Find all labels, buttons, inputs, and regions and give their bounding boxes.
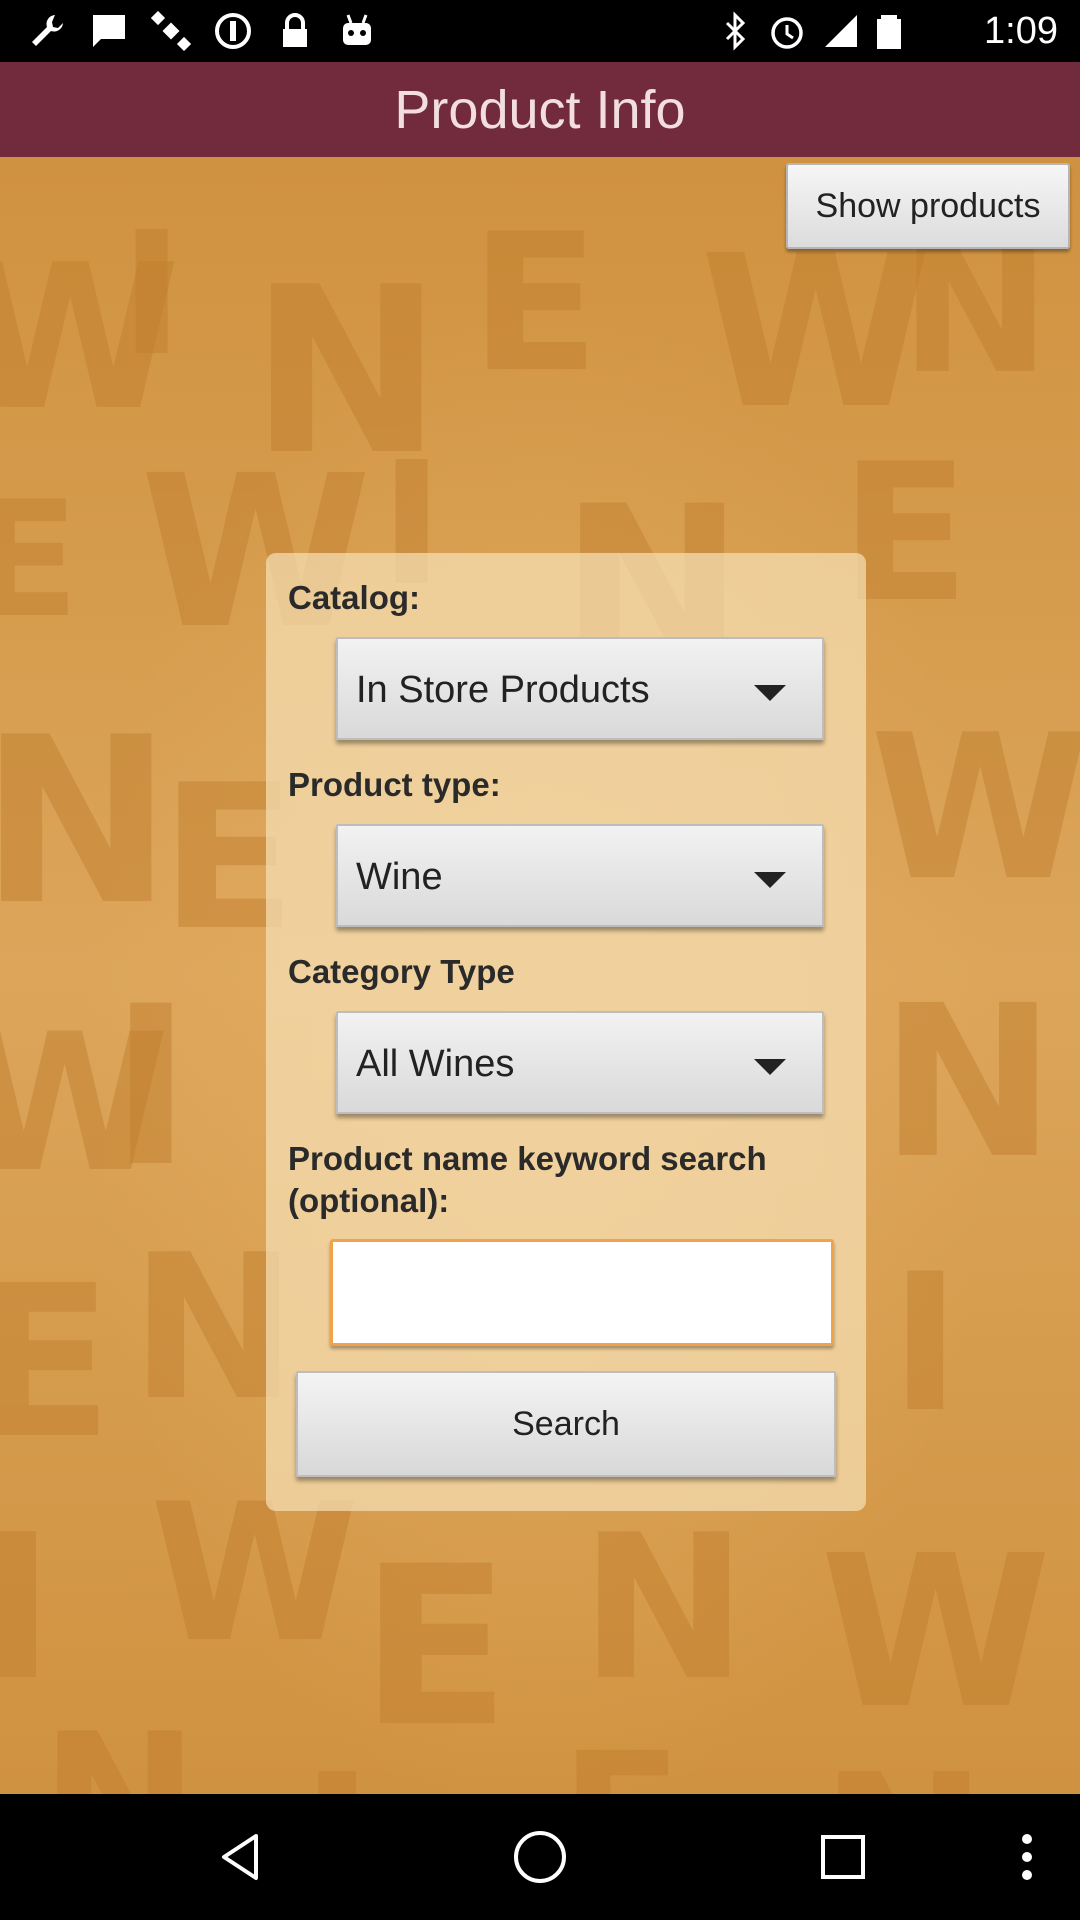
background-letter: E	[470, 193, 600, 414]
background-letter: E	[560, 1715, 683, 1794]
background-letter: N	[0, 689, 173, 956]
catalog-label: Catalog:	[288, 579, 420, 616]
status-bar: 1:09	[0, 0, 1080, 62]
product-type-label: Product type:	[288, 766, 501, 803]
battery-icon	[866, 8, 912, 54]
android-icon	[334, 8, 380, 54]
background-letter: W	[870, 692, 1080, 925]
background-letter: N	[580, 1492, 747, 1725]
keyword-label-line1: Product name keyword search	[288, 1140, 767, 1177]
product-type-dropdown[interactable]: Wine	[336, 824, 824, 927]
menu-icon[interactable]	[992, 1822, 1062, 1892]
background-letter: I	[300, 1732, 374, 1794]
back-icon[interactable]	[205, 1822, 275, 1892]
background-letter: I	[110, 959, 192, 1215]
category-type-dropdown[interactable]: All Wines	[336, 1011, 824, 1114]
recents-icon[interactable]	[808, 1822, 878, 1892]
chevron-down-icon	[754, 1059, 786, 1075]
navigation-bar	[0, 1794, 1080, 1920]
background-letter: N	[40, 1693, 199, 1794]
background-letter: W	[820, 1510, 1052, 1755]
chevron-down-icon	[754, 872, 786, 888]
page-title: Product Info	[394, 79, 686, 140]
catalog-dropdown[interactable]: In Store Products	[336, 637, 824, 740]
keyword-search-input[interactable]	[330, 1239, 834, 1346]
chat-icon	[86, 8, 132, 54]
background-letter: I	[0, 1492, 54, 1725]
keyword-label-line2: (optional):	[288, 1182, 450, 1219]
satellite-icon	[148, 8, 194, 54]
background-letter: I	[890, 1233, 961, 1454]
title-bar: Product Info	[0, 62, 1080, 157]
chevron-down-icon	[754, 685, 786, 701]
alarm-icon	[764, 8, 810, 54]
home-icon[interactable]	[505, 1822, 575, 1892]
wrench-icon	[24, 8, 70, 54]
category-type-label: Category Type	[288, 953, 515, 990]
signal-icon	[818, 8, 864, 54]
background-letter: E	[360, 1519, 510, 1775]
background-letter: E	[0, 466, 79, 653]
product-type-value: Wine	[356, 856, 443, 898]
background-letter: E	[0, 1240, 113, 1485]
info-circle-icon	[210, 8, 256, 54]
bluetooth-icon	[712, 8, 758, 54]
status-time: 1:09	[984, 10, 1058, 52]
background-letter: I	[120, 196, 183, 394]
lock-icon	[272, 8, 318, 54]
category-type-value: All Wines	[356, 1043, 515, 1085]
show-products-button[interactable]: Show products	[786, 163, 1070, 249]
background-letter: N	[880, 960, 1056, 1205]
content-area: WINEWNEWINENEWWINENIIWENWNIEN Show produ…	[0, 157, 1080, 1794]
keyword-label: Product name keyword search (optional):	[288, 1138, 767, 1222]
search-panel: Catalog: In Store Products Product type:…	[266, 553, 866, 1511]
background-letter: N	[820, 1732, 987, 1794]
search-button[interactable]: Search	[296, 1371, 836, 1477]
catalog-value: In Store Products	[356, 669, 650, 711]
